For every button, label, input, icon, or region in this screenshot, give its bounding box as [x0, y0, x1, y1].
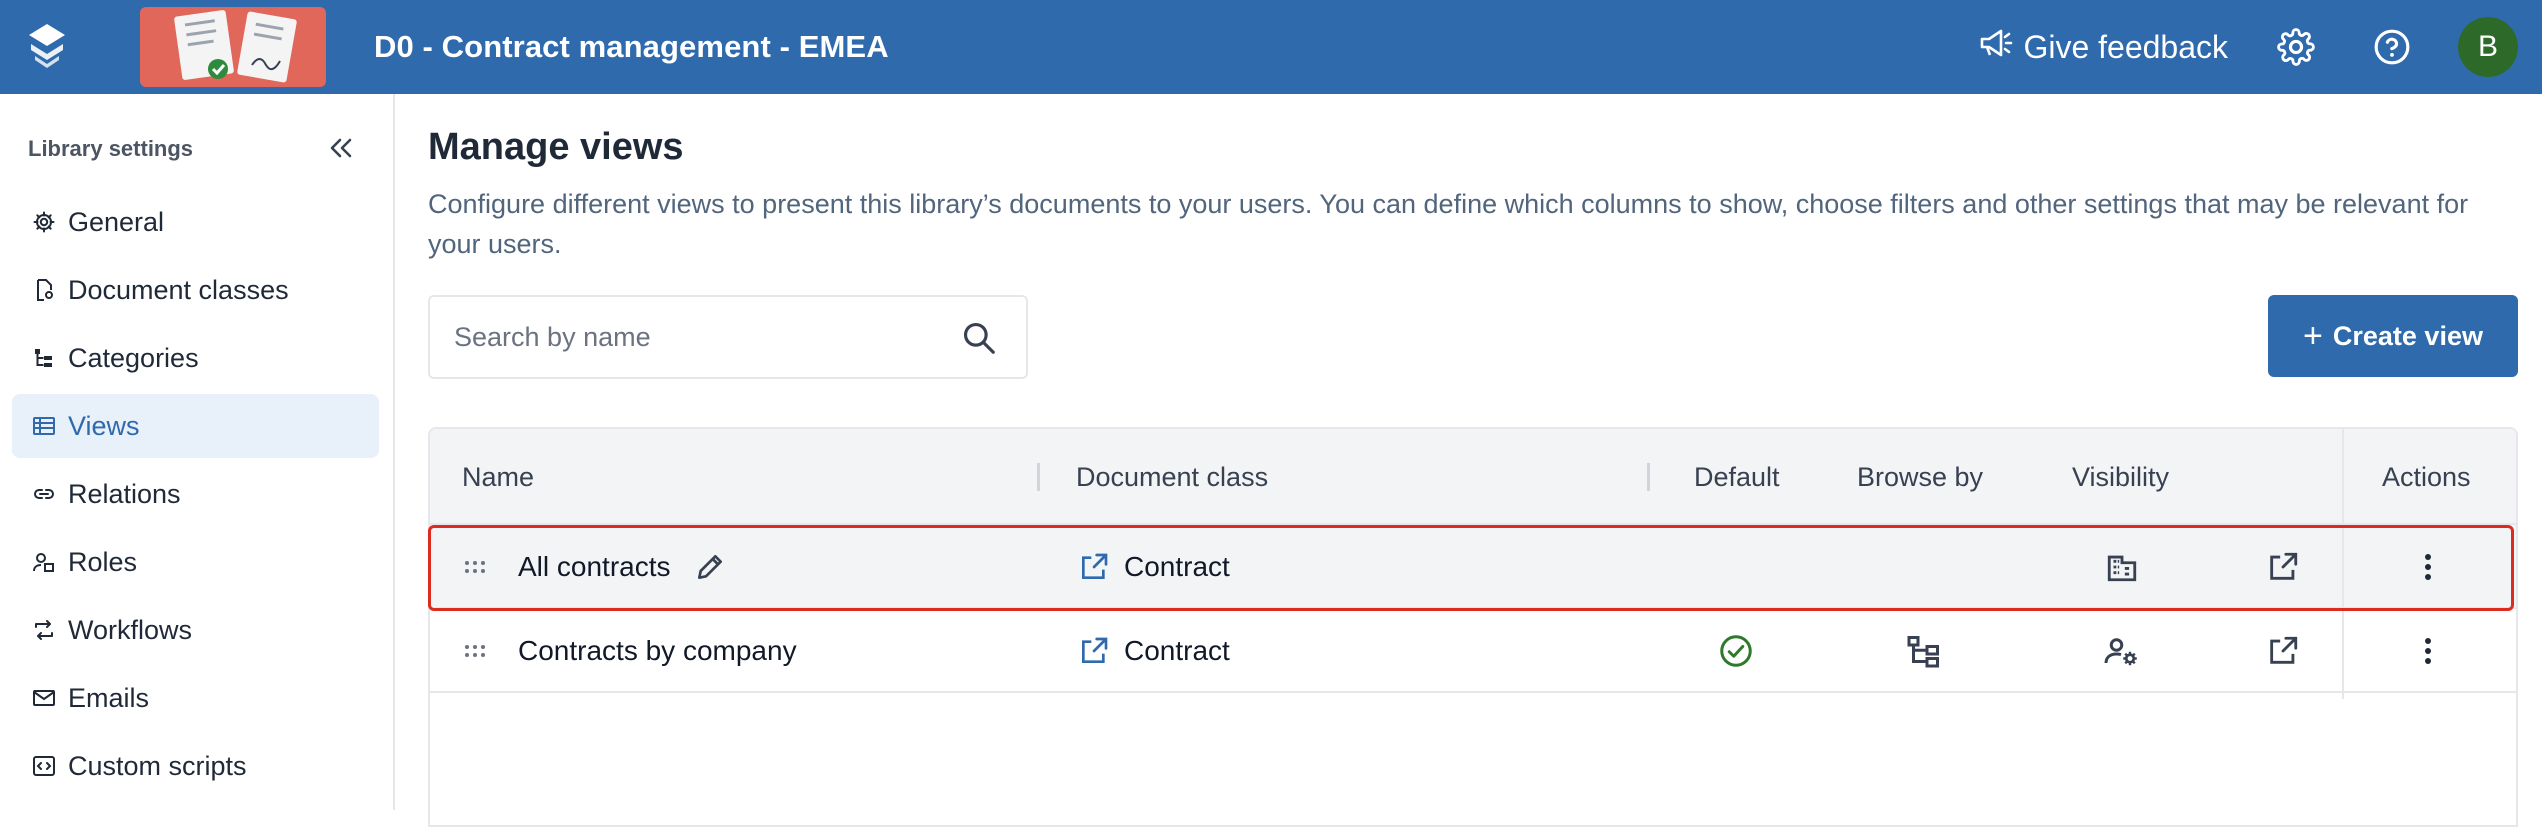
column-resize-handle[interactable] [1037, 463, 1040, 491]
open-document-class-link[interactable]: Contract [1078, 525, 1230, 609]
library-title: D0 - Contract management - EMEA [374, 29, 889, 64]
sidebar-title: Library settings [28, 136, 194, 161]
table-header: Name Document class Default Browse by Vi… [430, 429, 2516, 525]
view-name: All contracts [518, 551, 671, 582]
sidebar-item-workflows[interactable]: Workflows [12, 598, 379, 662]
more-actions-icon[interactable] [2424, 525, 2432, 609]
column-resize-handle[interactable] [1647, 463, 1650, 491]
more-actions-icon[interactable] [2424, 609, 2432, 693]
search-input[interactable] [454, 321, 924, 353]
external-link-icon [1078, 551, 1110, 583]
app-logo-icon[interactable] [0, 0, 94, 94]
sidebar-item-label: Emails [68, 682, 150, 713]
sidebar-item-general[interactable]: General [12, 190, 379, 254]
create-view-button[interactable]: + Create view [2268, 295, 2518, 377]
sidebar-item-custom-scripts[interactable]: Custom scripts [12, 734, 379, 798]
open-view-icon[interactable] [2266, 609, 2300, 693]
sidebar-item-label: Workflows [68, 614, 193, 645]
mail-icon [30, 684, 58, 712]
top-bar: D0 - Contract management - EMEA Give fee… [0, 0, 2542, 94]
views-table: Name Document class Default Browse by Vi… [428, 427, 2518, 827]
document-class-name: Contract [1124, 635, 1230, 666]
library-settings-sidebar: Library settings General Document classe… [0, 94, 395, 810]
sidebar-item-views[interactable]: Views [12, 394, 379, 458]
link-icon [30, 480, 58, 508]
sidebar-nav: General Document classes Categories View… [12, 190, 379, 802]
actions-column-divider [2342, 429, 2344, 699]
give-feedback-label: Give feedback [2023, 28, 2228, 65]
sidebar-item-categories[interactable]: Categories [12, 326, 379, 390]
give-feedback-button[interactable]: Give feedback [1979, 28, 2228, 66]
sidebar-item-label: Document classes [68, 274, 289, 305]
drag-handle-icon[interactable] [464, 609, 486, 693]
megaphone-icon [1979, 28, 2023, 66]
sidebar-item-label: Views [68, 410, 140, 441]
user-settings-icon [2103, 609, 2139, 693]
sidebar-item-label: Categories [68, 342, 199, 373]
page-title: Manage views [428, 126, 684, 168]
collapse-sidebar-button[interactable] [318, 130, 362, 170]
default-check-icon [1718, 609, 1754, 693]
sidebar-item-roles[interactable]: Roles [12, 530, 379, 594]
library-thumbnail[interactable] [140, 7, 326, 87]
table-row[interactable]: Contracts by company Contract [430, 609, 2516, 693]
workflow-icon [30, 616, 58, 644]
search-box [428, 295, 1028, 379]
sidebar-item-relations[interactable]: Relations [12, 462, 379, 526]
document-class-name: Contract [1124, 551, 1230, 582]
column-header-document-class[interactable]: Document class [1076, 429, 1268, 525]
user-avatar[interactable]: B [2458, 17, 2518, 77]
column-header-visibility[interactable]: Visibility [2072, 429, 2169, 525]
sidebar-item-document-classes[interactable]: Document classes [12, 258, 379, 322]
main-content: Manage views Configure different views t… [428, 94, 2518, 827]
drag-handle-icon[interactable] [464, 525, 486, 609]
sidebar-item-label: General [68, 206, 165, 237]
open-document-class-link[interactable]: Contract [1078, 609, 1230, 693]
code-icon [30, 752, 58, 780]
document-class-icon [30, 276, 58, 304]
sidebar-item-label: Roles [68, 546, 138, 577]
sidebar-item-emails[interactable]: Emails [12, 666, 379, 730]
sidebar-item-label: Relations [68, 478, 181, 509]
sidebar-item-label: Custom scripts [68, 750, 247, 781]
table-row[interactable]: All contracts Contract [430, 525, 2516, 609]
external-link-icon [1078, 635, 1110, 667]
double-chevron-left-icon [326, 136, 354, 165]
gear-icon [30, 208, 58, 236]
edit-pencil-icon[interactable] [694, 525, 726, 609]
column-header-default[interactable]: Default [1694, 429, 1780, 525]
view-name: Contracts by company [518, 635, 797, 666]
search-icon[interactable] [960, 319, 998, 362]
create-view-label: Create view [2332, 320, 2483, 351]
roles-icon [30, 548, 58, 576]
column-header-actions: Actions [2382, 461, 2471, 492]
open-view-icon[interactable] [2266, 525, 2300, 609]
settings-gear-icon[interactable] [2266, 17, 2326, 77]
column-header-browse-by[interactable]: Browse by [1857, 429, 1983, 525]
organization-icon [2105, 525, 2139, 609]
page-description: Configure different views to present thi… [428, 189, 2469, 259]
column-header-name[interactable]: Name [462, 429, 534, 525]
hierarchy-icon [1906, 609, 1942, 693]
views-icon [30, 412, 58, 440]
plus-icon: + [2303, 316, 2323, 355]
help-icon[interactable] [2362, 17, 2422, 77]
categories-icon [30, 344, 58, 372]
